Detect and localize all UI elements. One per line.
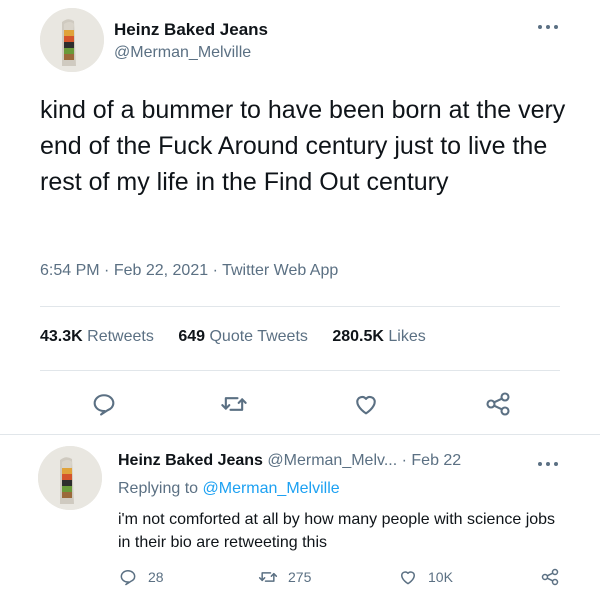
reply-icon[interactable] (90, 390, 118, 418)
avatar-image (38, 446, 102, 510)
retweets-label: Retweets (87, 328, 154, 345)
like-count: 10K (428, 569, 453, 585)
avatar[interactable] (38, 446, 102, 510)
reply-display-name[interactable]: Heinz Baked Jeans (118, 452, 263, 469)
replying-to: Replying to @Merman_Melville (118, 480, 340, 498)
tweet-stats: 43.3K Retweets 649 Quote Tweets 280.5K L… (40, 328, 446, 346)
replying-to-link[interactable]: @Merman_Melville (203, 480, 340, 497)
tweet-date[interactable]: Feb 22, 2021 (114, 262, 208, 279)
like-action[interactable]: 10K (398, 566, 453, 588)
display-name[interactable]: Heinz Baked Jeans (114, 20, 268, 40)
separator-dot: · (104, 262, 110, 279)
avatar-image (40, 8, 104, 72)
retweets-count: 43.3K (40, 328, 83, 345)
reply-icon (120, 570, 136, 586)
tweet-meta: 6:54 PM · Feb 22, 2021 · Twitter Web App (40, 262, 338, 280)
reply-date[interactable]: Feb 22 (411, 452, 461, 469)
reply-action[interactable]: 28 (118, 566, 164, 588)
retweet-icon[interactable] (220, 390, 248, 418)
tweet-text: kind of a bummer to have been born at th… (40, 96, 566, 196)
tweet-time[interactable]: 6:54 PM (40, 262, 100, 279)
share-action[interactable] (540, 566, 570, 588)
heart-icon[interactable] (352, 390, 380, 418)
tweet-source[interactable]: Twitter Web App (222, 262, 338, 279)
retweet-action[interactable]: 275 (258, 566, 311, 588)
retweet-icon (258, 572, 278, 582)
divider (40, 370, 560, 371)
user-handle[interactable]: @Merman_Melville (114, 44, 251, 62)
avatar[interactable] (40, 8, 104, 72)
divider (0, 434, 600, 435)
heart-icon (401, 571, 415, 585)
likes-label: Likes (388, 328, 426, 345)
reply-header: Heinz Baked Jeans @Merman_Melv... · Feb … (118, 452, 461, 470)
reply-count: 28 (148, 569, 164, 585)
separator-dot: · (212, 262, 218, 279)
quote-tweets-label: Quote Tweets (209, 328, 308, 345)
reply-handle[interactable]: @Merman_Melv... (267, 452, 397, 469)
quote-tweets-stat[interactable]: 649 Quote Tweets (178, 328, 312, 345)
share-icon (541, 568, 559, 586)
share-icon[interactable] (484, 390, 512, 418)
quote-tweets-count: 649 (178, 328, 206, 345)
likes-stat[interactable]: 280.5K Likes (332, 328, 425, 345)
reply-text: i'm not comforted at all by how many peo… (118, 511, 556, 551)
more-horizontal-icon[interactable] (538, 459, 562, 469)
divider (40, 306, 560, 307)
retweet-count: 275 (288, 569, 312, 585)
replying-to-prefix: Replying to (118, 480, 199, 497)
retweets-stat[interactable]: 43.3K Retweets (40, 328, 158, 345)
separator-dot: · (401, 452, 407, 469)
likes-count: 280.5K (332, 328, 384, 345)
more-horizontal-icon[interactable] (538, 22, 562, 32)
